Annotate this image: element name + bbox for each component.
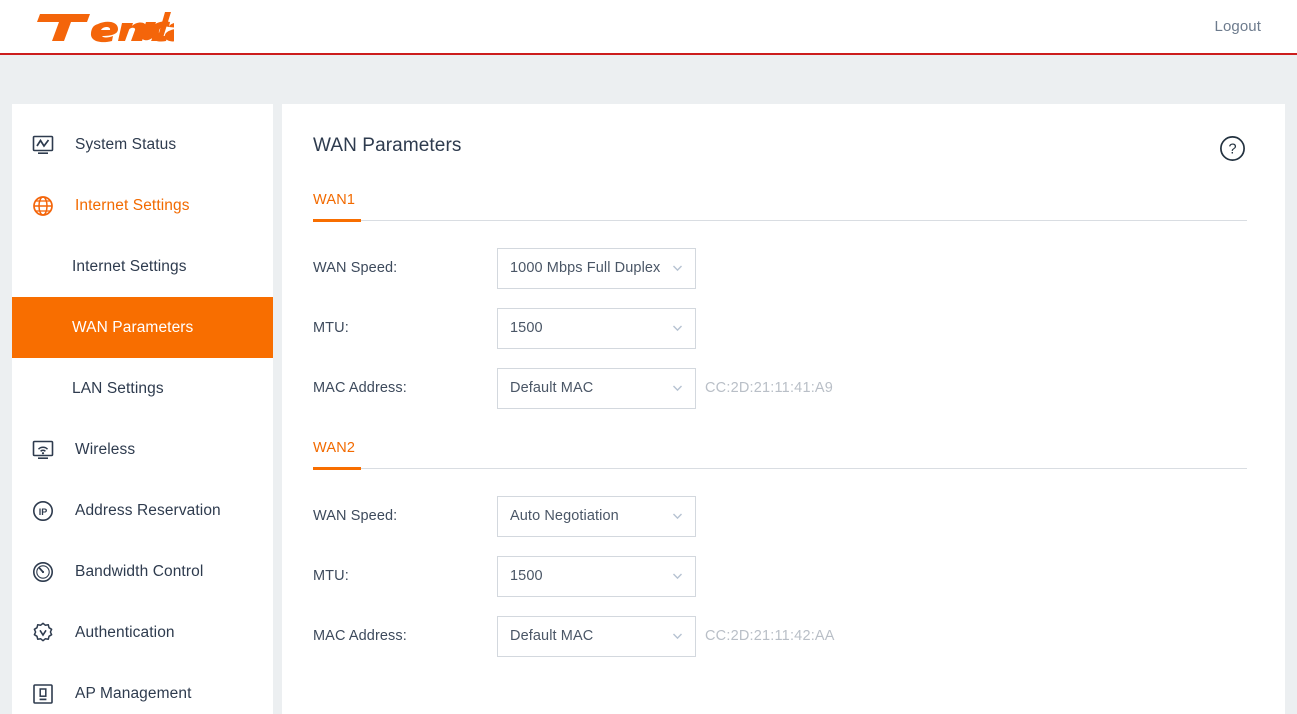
select-value: Auto Negotiation	[510, 508, 619, 524]
wan1-mac-address-select[interactable]: Default MAC	[497, 367, 696, 409]
wan2-wan-speed-select[interactable]: Auto Negotiation	[497, 495, 696, 537]
badge-check-icon	[29, 619, 57, 647]
device-square-icon	[29, 680, 57, 708]
form-row-mtu: MTU: 1500	[313, 298, 1245, 358]
chevron-down-icon	[671, 630, 684, 643]
form-row-mac-address: MAC Address: Default MAC CC:2D:21:11:42:…	[313, 606, 1245, 666]
sidebar-subitem-label: Internet Settings	[72, 257, 187, 275]
logout-link[interactable]: Logout	[1215, 18, 1261, 35]
ip-circle-icon: IP	[29, 497, 57, 525]
chevron-down-icon	[671, 262, 684, 275]
content-panel: WAN Parameters ? WAN1 WAN Speed: 1000 Mb…	[282, 104, 1285, 714]
sidebar-item-internet-settings[interactable]: Internet Settings	[12, 175, 273, 236]
tenda-logo	[34, 8, 174, 46]
field-label: MTU:	[313, 568, 349, 584]
form-row-mac-address: MAC Address: Default MAC CC:2D:21:11:41:…	[313, 358, 1245, 418]
page-title: WAN Parameters	[313, 135, 462, 156]
sidebar-item-label: Internet Settings	[75, 196, 190, 214]
section-wan2: WAN2 WAN Speed: Auto Negotiation MTU: 15…	[313, 439, 1247, 666]
select-value: 1000 Mbps Full Duplex	[510, 260, 661, 276]
sidebar: System Status Internet Settings Internet…	[12, 104, 273, 714]
wan1-mac-address-value: CC:2D:21:11:41:A9	[705, 380, 834, 396]
gauge-icon	[29, 558, 57, 586]
select-value: 1500	[510, 568, 543, 584]
sidebar-item-system-status[interactable]: System Status	[12, 114, 273, 175]
sidebar-item-label: Bandwidth Control	[75, 562, 204, 580]
sidebar-item-authentication[interactable]: Authentication	[12, 602, 273, 663]
section-wan1: WAN1 WAN Speed: 1000 Mbps Full Duplex MT…	[313, 191, 1247, 418]
form-row-wan-speed: WAN Speed: 1000 Mbps Full Duplex	[313, 238, 1245, 298]
form-row-wan-speed: WAN Speed: Auto Negotiation	[313, 486, 1245, 546]
sidebar-item-label: Authentication	[75, 623, 175, 641]
chevron-down-icon	[671, 382, 684, 395]
select-value: Default MAC	[510, 628, 594, 644]
tab-label: WAN2	[313, 440, 356, 456]
sidebar-item-label: AP Management	[75, 684, 192, 702]
field-label: MTU:	[313, 320, 349, 336]
sidebar-item-bandwidth-control[interactable]: Bandwidth Control	[12, 541, 273, 602]
app-header: Logout	[0, 0, 1297, 55]
field-label: WAN Speed:	[313, 260, 398, 276]
wan1-wan-speed-select[interactable]: 1000 Mbps Full Duplex	[497, 247, 696, 289]
wan2-mac-address-value: CC:2D:21:11:42:AA	[705, 628, 835, 644]
wan1-mtu-select[interactable]: 1500	[497, 307, 696, 349]
sidebar-item-label: System Status	[75, 135, 177, 153]
sidebar-subitem-wan-parameters[interactable]: WAN Parameters	[12, 297, 273, 358]
chevron-down-icon	[671, 570, 684, 583]
sidebar-subitem-label: LAN Settings	[72, 379, 164, 397]
sidebar-item-address-reservation[interactable]: IP Address Reservation	[12, 480, 273, 541]
sidebar-subitem-label: WAN Parameters	[72, 318, 194, 336]
sidebar-subitem-lan-settings[interactable]: LAN Settings	[12, 358, 273, 419]
field-label: WAN Speed:	[313, 508, 398, 524]
select-value: 1500	[510, 320, 543, 336]
wan2-mtu-select[interactable]: 1500	[497, 555, 696, 597]
sidebar-item-wireless[interactable]: Wireless	[12, 419, 273, 480]
wifi-monitor-icon	[29, 436, 57, 464]
question-circle-icon[interactable]: ?	[1219, 135, 1246, 162]
tab-active-underline	[313, 219, 361, 222]
chevron-down-icon	[671, 510, 684, 523]
field-label: MAC Address:	[313, 380, 407, 396]
tab-label: WAN1	[313, 192, 356, 208]
svg-text:?: ?	[1228, 142, 1236, 158]
wan2-mac-address-select[interactable]: Default MAC	[497, 615, 696, 657]
sidebar-item-label: Address Reservation	[75, 501, 221, 519]
form-row-mtu: MTU: 1500	[313, 546, 1245, 606]
monitor-chart-icon	[29, 131, 57, 159]
field-label: MAC Address:	[313, 628, 407, 644]
sidebar-subitem-internet-settings[interactable]: Internet Settings	[12, 236, 273, 297]
wan2-form: WAN Speed: Auto Negotiation MTU: 1500 MA…	[313, 469, 1245, 666]
tab-active-underline	[313, 467, 361, 470]
select-value: Default MAC	[510, 380, 594, 396]
tab-wan2[interactable]: WAN2	[313, 439, 1247, 470]
globe-icon	[29, 192, 57, 220]
sidebar-item-label: Wireless	[75, 440, 136, 458]
wan1-form: WAN Speed: 1000 Mbps Full Duplex MTU: 15…	[313, 221, 1245, 418]
svg-text:IP: IP	[39, 507, 48, 517]
chevron-down-icon	[671, 322, 684, 335]
tab-wan1[interactable]: WAN1	[313, 191, 1247, 222]
page-body: System Status Internet Settings Internet…	[0, 55, 1297, 714]
sidebar-item-ap-management[interactable]: AP Management	[12, 663, 273, 714]
